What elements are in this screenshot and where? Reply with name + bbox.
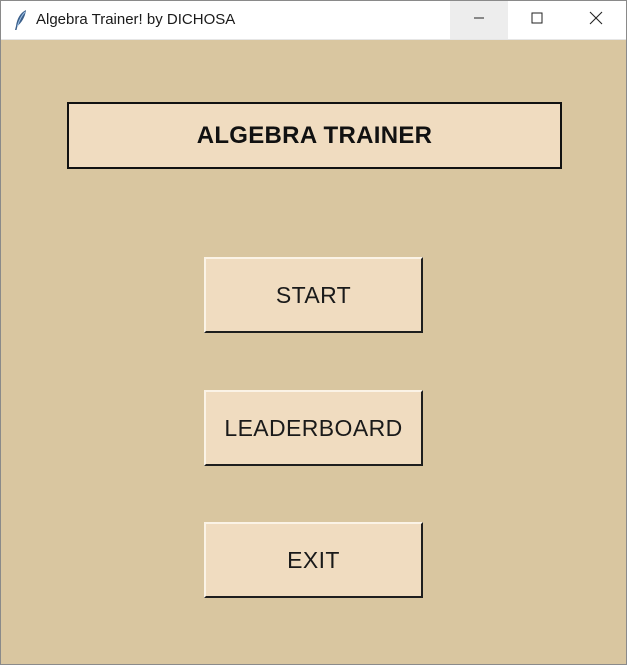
- title-bar[interactable]: Algebra Trainer! by DICHOSA: [1, 1, 626, 40]
- leaderboard-button[interactable]: LEADERBOARD: [204, 390, 423, 466]
- app-heading: ALGEBRA TRAINER: [67, 102, 562, 169]
- window-title: Algebra Trainer! by DICHOSA: [36, 11, 236, 28]
- maximize-icon: [531, 11, 543, 29]
- minimize-button[interactable]: [450, 1, 508, 39]
- minimize-icon: [473, 11, 485, 29]
- feather-icon: [13, 9, 29, 31]
- exit-button[interactable]: EXIT: [204, 522, 423, 598]
- close-button[interactable]: [567, 1, 625, 39]
- maximize-button[interactable]: [508, 1, 566, 39]
- start-button[interactable]: START: [204, 257, 423, 333]
- app-window: Algebra Trainer! by DICHOSA ALGEBRA TRAI…: [0, 0, 627, 665]
- close-icon: [589, 11, 603, 30]
